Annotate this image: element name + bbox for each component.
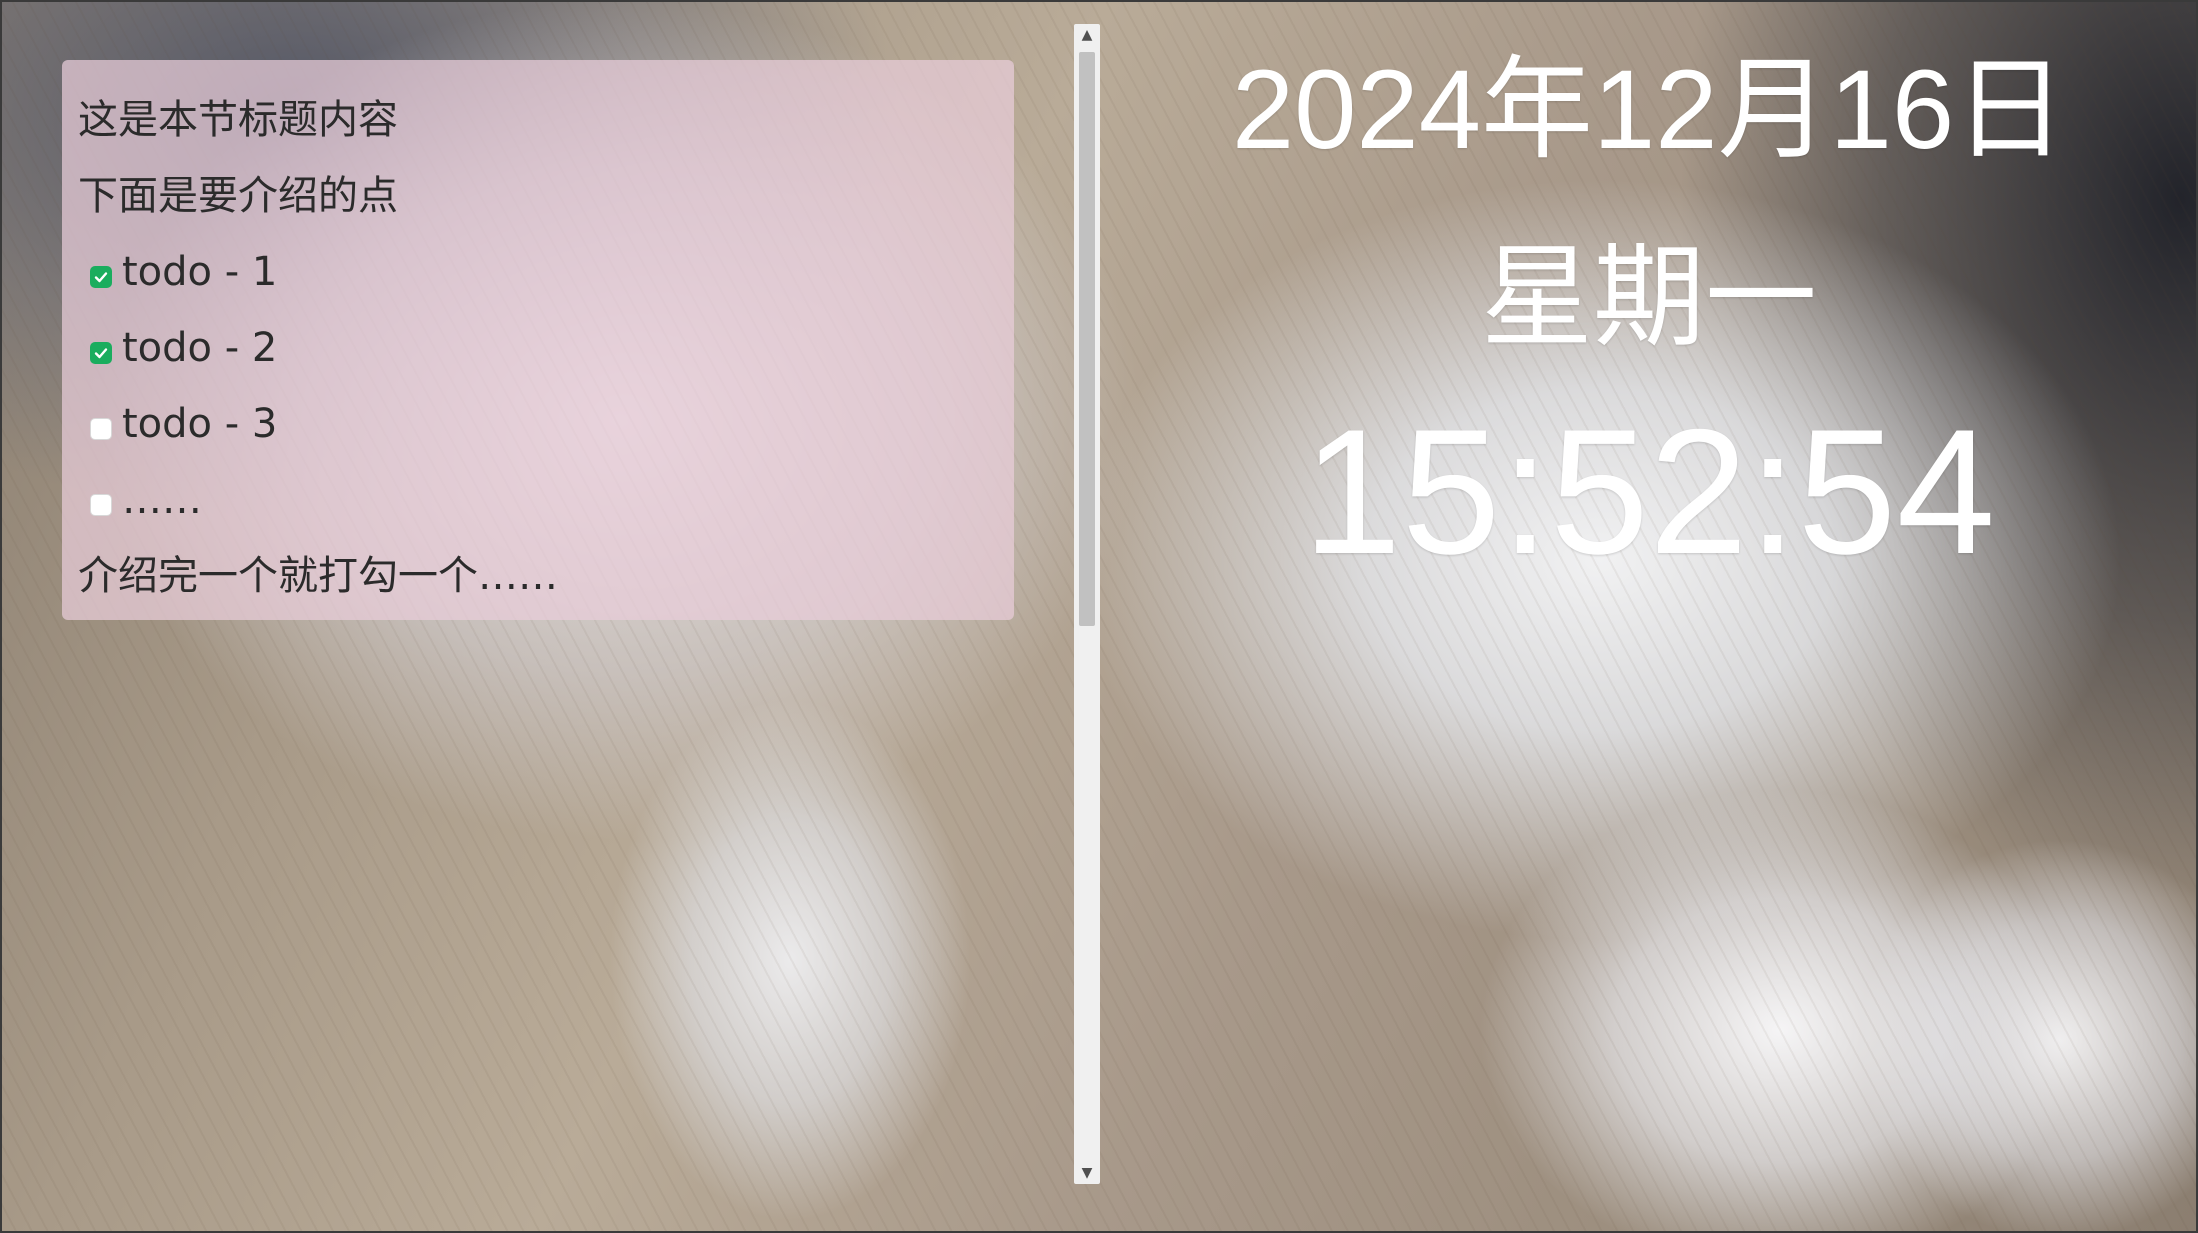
clock-weekday: 星期一 — [1481, 235, 1817, 360]
todo-label: …… — [122, 477, 202, 523]
todo-item-4: …… — [78, 462, 998, 538]
todo-item-2: todo - 2 — [78, 310, 998, 386]
note-footer-line: 介绍完一个就打勾一个…… — [78, 553, 558, 599]
scroll-thumb[interactable] — [1079, 52, 1095, 626]
clock-widget: 2024年12月16日 星期一 15:52:54 — [1100, 40, 2198, 592]
clock-date: 2024年12月16日 — [1231, 47, 2067, 172]
todo-item-3: todo - 3 — [78, 386, 998, 462]
checkbox-checked-icon[interactable] — [90, 342, 112, 364]
note-panel: 这是本节标题内容 下面是要介绍的点 todo - 1 todo - 2 todo… — [62, 60, 1014, 620]
todo-label: todo - 3 — [122, 401, 278, 447]
desktop-background: 这是本节标题内容 下面是要介绍的点 todo - 1 todo - 2 todo… — [0, 0, 2198, 1233]
todo-label: todo - 1 — [122, 249, 278, 295]
vertical-scrollbar[interactable]: ▲ ▼ — [1074, 24, 1100, 1184]
checkbox-checked-icon[interactable] — [90, 266, 112, 288]
clock-time: 15:52:54 — [1302, 392, 1996, 591]
scroll-up-arrow-icon[interactable]: ▲ — [1074, 24, 1100, 46]
checkbox-unchecked-icon[interactable] — [90, 494, 112, 516]
note-title-line: 这是本节标题内容 — [78, 97, 398, 143]
todo-item-1: todo - 1 — [78, 234, 998, 310]
note-subtitle-line: 下面是要介绍的点 — [78, 173, 398, 219]
todo-label: todo - 2 — [122, 325, 278, 371]
checkbox-unchecked-icon[interactable] — [90, 418, 112, 440]
scroll-down-arrow-icon[interactable]: ▼ — [1074, 1162, 1100, 1184]
